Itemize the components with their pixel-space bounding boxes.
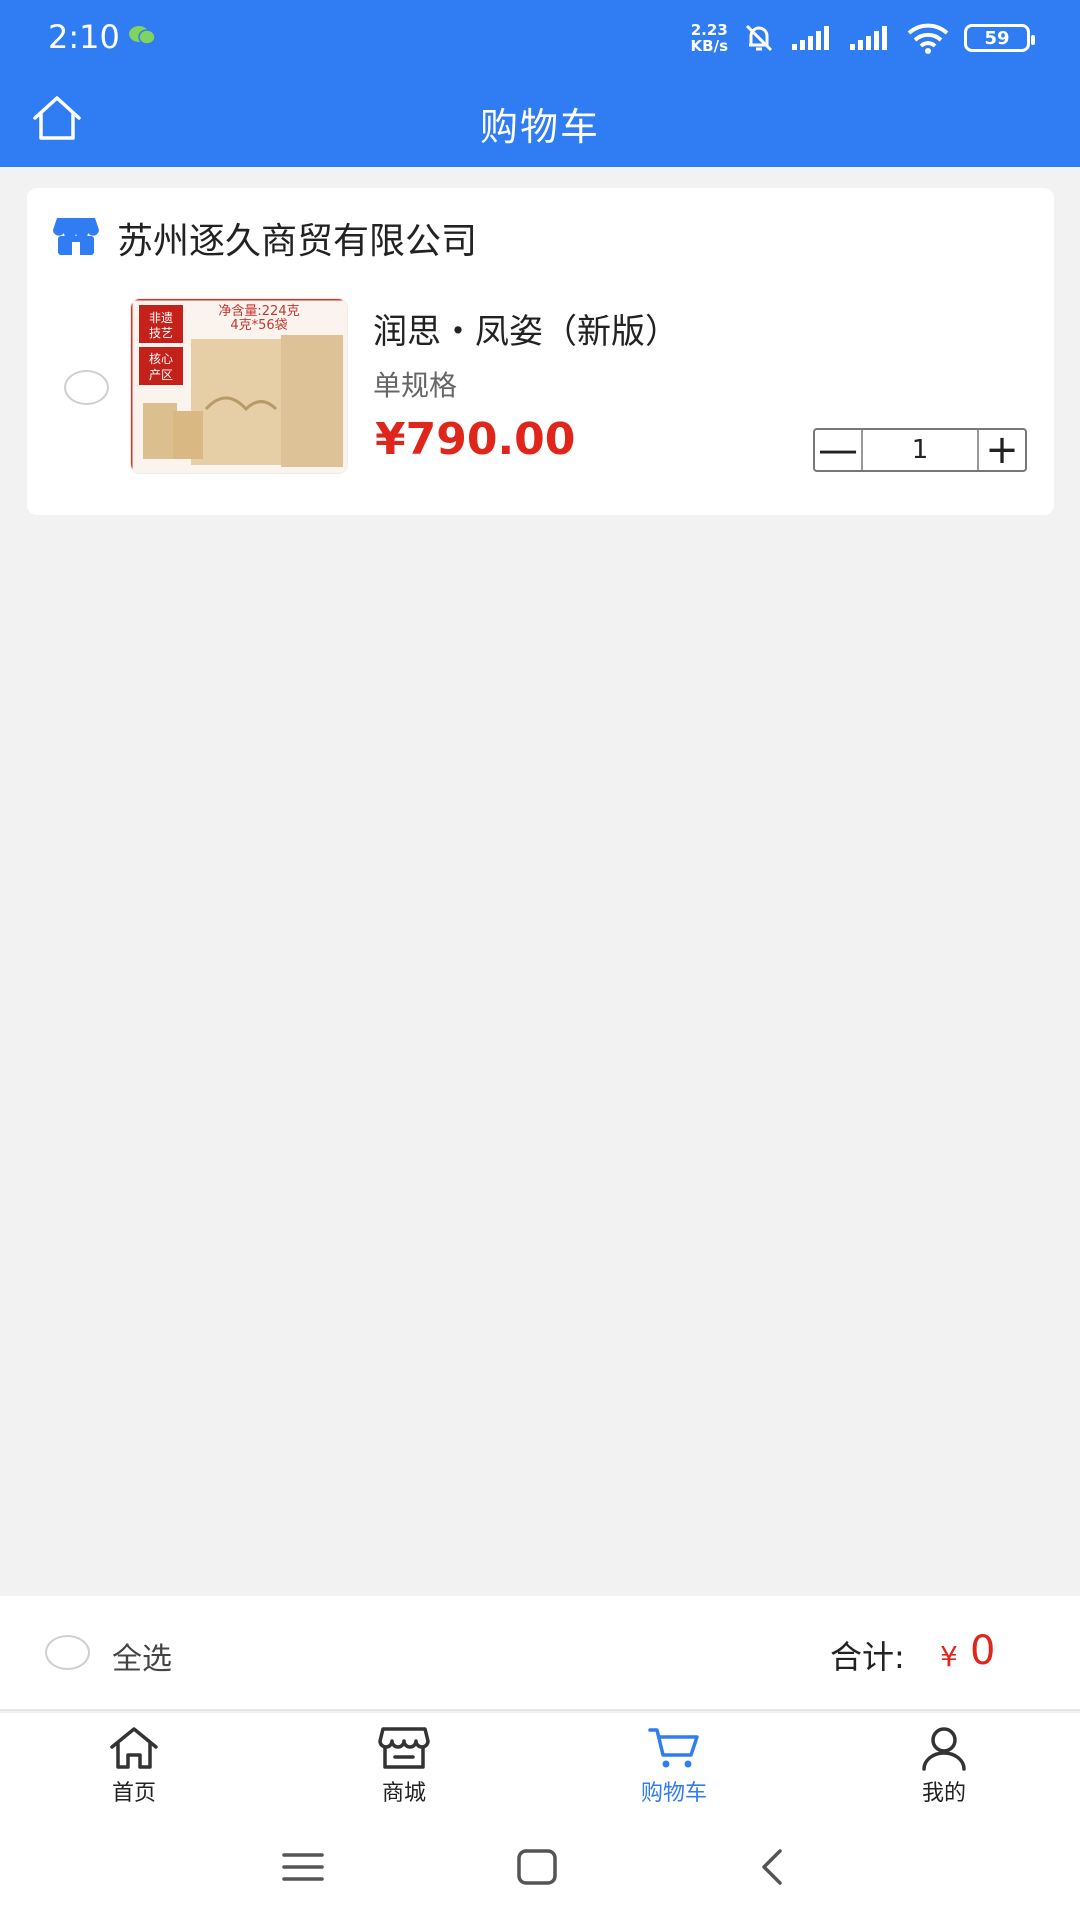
menu-icon[interactable]: [278, 1845, 328, 1889]
tab-cart[interactable]: 购物车: [614, 1725, 734, 1811]
product-photo: 净含量:224克 4克*56袋 非遗 技艺 核心 产区: [131, 299, 347, 473]
back-icon[interactable]: [748, 1845, 798, 1889]
svg-text:非遗: 非遗: [149, 311, 173, 325]
wifi-icon: [907, 23, 949, 54]
select-all-label[interactable]: 全选: [112, 1634, 172, 1678]
svg-text:核心: 核心: [149, 352, 173, 366]
bell-muted-icon: [745, 24, 773, 52]
svg-text:技艺: 技艺: [149, 326, 173, 340]
home-icon: [110, 1727, 158, 1769]
cart-summary-bar: 全选 合计: ¥ 0: [0, 1596, 1080, 1711]
battery-indicator: 59: [964, 24, 1035, 52]
svg-text:产区: 产区: [149, 368, 173, 382]
select-all-radio[interactable]: [45, 1635, 90, 1670]
decrease-quantity-button[interactable]: —: [815, 430, 861, 470]
home-square-icon[interactable]: [512, 1845, 562, 1889]
product-image[interactable]: 净含量:224克 4克*56袋 非遗 技艺 核心 产区: [130, 298, 348, 474]
tab-home-label: 首页: [111, 1781, 156, 1806]
total-amount: 0: [970, 1628, 996, 1674]
app-header: 2:10 2.23 KB/s 59 购物车: [0, 0, 1080, 167]
status-bar: 2:10 2.23 KB/s 59: [0, 0, 1080, 72]
product-spec: 单规格: [373, 369, 458, 402]
system-nav-bar: [0, 1813, 1080, 1920]
network-speed-unit: KB/s: [690, 37, 728, 55]
item-select-radio[interactable]: [64, 370, 109, 405]
tab-cart-label: 购物车: [640, 1781, 707, 1806]
tab-mall-label: 商城: [381, 1781, 426, 1806]
status-time: 2:10: [48, 18, 120, 56]
product-price: ¥790.00: [375, 414, 576, 465]
store-icon: [378, 1727, 430, 1769]
status-icons: 2.23 KB/s 59: [691, 18, 1035, 58]
tab-me[interactable]: 我的: [884, 1725, 1004, 1811]
page-title: 购物车: [479, 105, 600, 149]
network-speed: 2.23 KB/s: [691, 22, 728, 54]
quantity-value[interactable]: 1: [861, 430, 979, 470]
shop-icon: [53, 218, 99, 255]
quantity-stepper: — 1 +: [813, 428, 1027, 472]
shop-cart-card: 苏州逐久商贸有限公司 净含量:224克 4克*56袋 非遗 技艺 核心 产区 润…: [27, 188, 1054, 515]
wechat-notification-icon: [129, 26, 156, 45]
increase-quantity-button[interactable]: +: [979, 430, 1025, 470]
cart-icon: [648, 1728, 699, 1768]
network-speed-value: 2.23: [690, 21, 728, 39]
signal-icon: [792, 26, 829, 50]
product-net-weight: 净含量:224克: [218, 303, 299, 319]
product-pack: 4克*56袋: [230, 318, 287, 333]
battery-level: 59: [984, 27, 1010, 49]
tab-mall[interactable]: 商城: [344, 1725, 464, 1811]
bottom-tab-bar: 首页 商城 购物车 我的: [0, 1713, 1080, 1813]
total-currency: ¥: [940, 1640, 958, 1673]
total-label: 合计:: [830, 1638, 905, 1676]
shop-name[interactable]: 苏州逐久商贸有限公司: [117, 212, 477, 264]
signal-2-icon: [850, 26, 887, 50]
user-icon: [922, 1727, 966, 1771]
title-bar: 购物车: [0, 72, 1080, 167]
tab-home[interactable]: 首页: [74, 1725, 194, 1811]
product-name[interactable]: 润思・凤姿（新版）: [373, 304, 679, 353]
tab-me-label: 我的: [921, 1781, 966, 1806]
